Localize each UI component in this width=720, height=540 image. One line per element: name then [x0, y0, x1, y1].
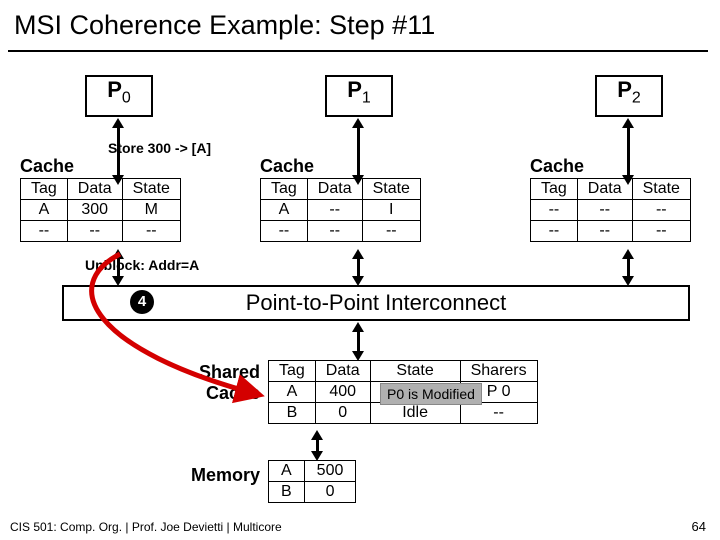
- processor-sub-p0: 0: [122, 89, 131, 106]
- th: Tag: [21, 179, 68, 200]
- th: State: [122, 179, 180, 200]
- th: Tag: [261, 179, 308, 200]
- arrow-down-icon: [352, 351, 364, 361]
- cache-label-0: Cache: [20, 156, 74, 177]
- processor-box-p2: P2: [595, 75, 663, 117]
- td: 500: [304, 461, 356, 482]
- td: --: [632, 200, 690, 221]
- unblock-message-label: Unblock: Addr=A: [85, 257, 199, 273]
- table-row: A 500: [269, 461, 356, 482]
- td: --: [362, 221, 420, 242]
- arrow-down-icon: [112, 175, 124, 185]
- arrow-down-icon: [352, 276, 364, 286]
- processor-label-p1: P: [347, 77, 362, 102]
- td: A: [21, 200, 68, 221]
- footer-text: CIS 501: Comp. Org. | Prof. Joe Devietti…: [10, 520, 282, 534]
- arrow-down-icon: [622, 276, 634, 286]
- arrow-stem: [627, 126, 630, 178]
- processor-label-p2: P: [617, 77, 632, 102]
- processor-sub-p2: 2: [632, 89, 641, 106]
- td: A: [269, 382, 316, 403]
- arrow-down-icon: [112, 276, 124, 286]
- th: State: [632, 179, 690, 200]
- td: --: [531, 221, 578, 242]
- td: 400: [315, 382, 370, 403]
- table-row: A -- I: [261, 200, 421, 221]
- td: --: [261, 221, 308, 242]
- shared-lbl-l2: Cache: [206, 383, 260, 403]
- th: Tag: [531, 179, 578, 200]
- page-number: 64: [692, 519, 706, 534]
- interconnect-label: Point-to-Point Interconnect: [246, 290, 506, 315]
- td: 0: [315, 403, 370, 424]
- processor-box-p1: P1: [325, 75, 393, 117]
- cache-table-p1: Tag Data State A -- I -- -- --: [260, 178, 421, 242]
- td: I: [362, 200, 420, 221]
- th: State: [370, 361, 460, 382]
- cache-table-p0: Tag Data State A 300 M -- -- --: [20, 178, 181, 242]
- td: --: [577, 221, 632, 242]
- cache-label-2: Cache: [530, 156, 584, 177]
- td: A: [261, 200, 308, 221]
- table-row: -- -- --: [21, 221, 181, 242]
- td: --: [577, 200, 632, 221]
- th: Data: [315, 361, 370, 382]
- title-rule: [8, 50, 708, 52]
- arrow-down-icon: [352, 175, 364, 185]
- td: --: [460, 403, 537, 424]
- processor-box-p0: P0: [85, 75, 153, 117]
- td: --: [632, 221, 690, 242]
- td: Idle: [370, 403, 460, 424]
- processor-label-p0: P: [107, 77, 122, 102]
- processor-sub-p1: 1: [362, 89, 371, 106]
- state-note-box: P0 is Modified: [380, 383, 482, 405]
- th: Tag: [269, 361, 316, 382]
- th: Sharers: [460, 361, 537, 382]
- memory-label: Memory: [170, 465, 260, 486]
- shared-lbl-l1: Shared: [199, 362, 260, 382]
- cache-table-p2: Tag Data State -- -- -- -- -- --: [530, 178, 691, 242]
- page-title: MSI Coherence Example: Step #11: [14, 10, 435, 47]
- td: B: [269, 403, 316, 424]
- table-row: B 0: [269, 482, 356, 503]
- table-row: -- -- --: [531, 221, 691, 242]
- td: --: [307, 221, 362, 242]
- arrow-down-icon: [311, 451, 323, 461]
- arrow-down-icon: [622, 175, 634, 185]
- store-event-label: Store 300 -> [A]: [108, 140, 211, 156]
- table-row: A 300 M: [21, 200, 181, 221]
- shared-cache-label: Shared Cache: [170, 362, 260, 404]
- arrow-stem: [357, 126, 360, 178]
- td: 0: [304, 482, 356, 503]
- memory-table: A 500 B 0: [268, 460, 356, 503]
- td: 300: [67, 200, 122, 221]
- table-row: -- -- --: [531, 200, 691, 221]
- td: M: [122, 200, 180, 221]
- interconnect-box: Point-to-Point Interconnect: [62, 285, 690, 321]
- td: A: [269, 461, 305, 482]
- td: --: [67, 221, 122, 242]
- arrow-stem: [117, 126, 120, 178]
- td: --: [307, 200, 362, 221]
- td: B: [269, 482, 305, 503]
- td: --: [531, 200, 578, 221]
- table-row: B 0 Idle --: [269, 403, 538, 424]
- th: State: [362, 179, 420, 200]
- cache-label-1: Cache: [260, 156, 314, 177]
- table-row: -- -- --: [261, 221, 421, 242]
- td: --: [122, 221, 180, 242]
- td: --: [21, 221, 68, 242]
